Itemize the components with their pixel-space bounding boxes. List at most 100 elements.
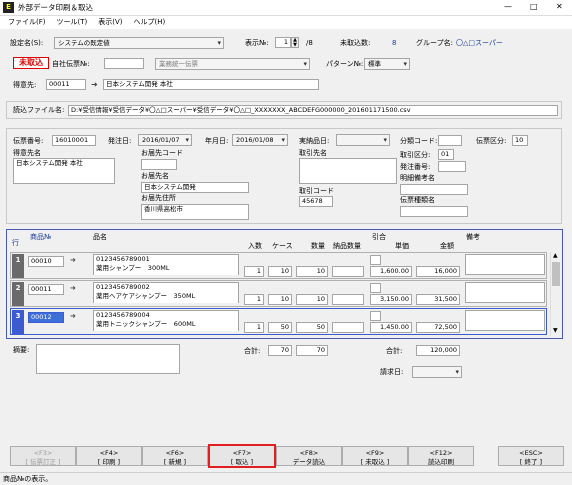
customer-name-box[interactable]: 日本システム開発 本社 [13,158,115,184]
own-slip-label: 自社伝票№: [52,60,90,68]
customer-code-input[interactable]: 00011 [46,79,86,90]
row-irisu[interactable]: 1 [244,294,264,305]
remarks-box[interactable] [36,344,180,374]
status-text: 商品№の表示。 [3,475,53,483]
row-amount[interactable]: 16,000 [416,266,460,277]
row-irisu[interactable]: 1 [244,266,264,277]
row-code-input[interactable]: 00010 [28,256,64,267]
maximize-button[interactable]: □ [530,2,538,11]
total-label: 合計: [244,347,261,355]
f9-unimported-button[interactable]: <F9>[ 未取込 ] [342,446,408,466]
display-no-input[interactable]: 1 [275,37,291,48]
scroll-thumb[interactable] [552,262,560,286]
row-product-name: 薬用トニックシャンプー 600ML [96,320,196,328]
scroll-down-icon[interactable]: ▼ [553,327,558,334]
row-number: 2 [12,282,24,306]
menu-file[interactable]: ファイル(F) [8,18,46,26]
actual-date-picker[interactable] [336,134,390,146]
menu-help[interactable]: ヘルプ(H) [134,18,166,26]
f3-correct-button[interactable]: <F3>[ 伝票訂正 ] [10,446,76,466]
pattern-select[interactable]: 標準 [364,58,410,70]
search-icon[interactable]: ➜ [91,80,98,89]
display-no-spinner[interactable]: ▲ ▼ [291,37,299,48]
total-case[interactable]: 70 [268,345,292,356]
f7-key: <F7> [232,449,252,457]
grid-scrollbar[interactable]: ▲ ▼ [550,252,560,336]
f12-read-print-button[interactable]: <F12> 読込印刷 [408,446,474,466]
title-bar: E 外部データ印刷＆取込 — □ ✕ [0,0,572,16]
display-no-label: 表示№: [245,39,269,47]
class-code-input[interactable] [438,135,462,146]
row-delivered-qty[interactable] [332,266,364,277]
row-qty[interactable]: 50 [296,322,328,333]
business-select[interactable]: 業務統一伝票 [155,58,310,70]
row-delivered-qty[interactable] [332,322,364,333]
menu-tools[interactable]: ツール(T) [57,18,88,26]
row-code-input[interactable]: 00012 [28,312,64,323]
trade-type-input[interactable]: 01 [438,149,454,160]
own-slip-input[interactable] [104,58,144,69]
row-hikiate-check[interactable] [370,255,381,265]
file-path-input[interactable]: D:¥受信情報¥受信データ¥〇△□スーパー¥受信データ¥〇△□_XXXXXXX_… [68,105,558,116]
slip-kind-input[interactable] [400,206,468,217]
row-delivered-qty[interactable] [332,294,364,305]
row-amount[interactable]: 72,500 [416,322,460,333]
menu-view[interactable]: 表示(V) [98,18,122,26]
f4-print-button[interactable]: <F4>[ 印刷 ] [76,446,142,466]
row-case[interactable]: 10 [268,294,292,305]
product-search-icon[interactable]: ➜ [70,312,76,320]
row-case[interactable]: 50 [268,322,292,333]
account-code-input[interactable]: 45678 [299,196,333,207]
f8-label: データ読込 [292,458,326,466]
row-qty[interactable]: 10 [296,294,328,305]
row-amount[interactable]: 31,500 [416,294,460,305]
f8-key: <F8> [299,449,319,457]
total-qty[interactable]: 70 [296,345,328,356]
customer-name-input[interactable]: 日本システム開発 本社 [103,79,319,90]
order-no-input[interactable] [438,161,466,172]
row-price[interactable]: 3,150.00 [370,294,412,305]
delivery-code-input[interactable] [141,159,177,170]
delivery-name-input[interactable]: 日本システム開発 [141,182,249,193]
f7-import-button[interactable]: <F7>[ 取込 ] [208,444,276,468]
slip-type-input[interactable]: 10 [512,135,528,146]
due-date-picker[interactable]: 2016/01/08 [232,134,288,146]
billing-date-picker[interactable] [412,366,462,378]
esc-exit-button[interactable]: <ESC>[ 終了 ] [498,446,564,466]
minimize-button[interactable]: — [504,2,512,11]
account-name-box[interactable] [299,158,397,184]
remarks-label: 摘要: [13,346,30,354]
group-value: 〇△□スーパー [456,39,503,47]
row-price[interactable]: 1,450.00 [370,322,412,333]
row-irisu[interactable]: 1 [244,322,264,333]
order-date-picker[interactable]: 2016/01/07 [138,134,192,146]
settings-select[interactable]: システムの既定値 [54,37,224,49]
product-search-icon[interactable]: ➜ [70,284,76,292]
esc-label: [ 終了 ] [519,458,543,466]
row-note[interactable] [465,310,545,331]
row-product-name: 薬用シャンプー 300ML [96,264,170,272]
detail-remark-input[interactable] [400,184,468,195]
trade-type-label: 取引区分: [400,151,431,159]
product-search-icon[interactable]: ➜ [70,256,76,264]
row-note[interactable] [465,282,545,303]
row-hikiate-check[interactable] [370,311,381,321]
total-amount[interactable]: 120,000 [416,345,460,356]
row-note[interactable] [465,254,545,275]
f6-label: [ 新規 ] [163,458,187,466]
group-label: グループ名: [416,39,453,47]
delivery-addr-input[interactable]: 香川県高松市 [141,204,249,220]
row-qty[interactable]: 10 [296,266,328,277]
status-badge: 未取込 [13,57,49,69]
scroll-up-icon[interactable]: ▲ [553,252,558,259]
row-code-input[interactable]: 00011 [28,284,64,295]
order-no-label: 発注番号: [400,163,431,171]
row-case[interactable]: 10 [268,266,292,277]
f9-key: <F9> [365,449,385,457]
slip-no-input[interactable]: 16010001 [52,135,96,146]
f6-new-button[interactable]: <F6>[ 新規 ] [142,446,208,466]
f8-read-data-button[interactable]: <F8> データ読込 [276,446,342,466]
row-hikiate-check[interactable] [370,283,381,293]
row-price[interactable]: 1,600.00 [370,266,412,277]
close-button[interactable]: ✕ [556,2,563,11]
